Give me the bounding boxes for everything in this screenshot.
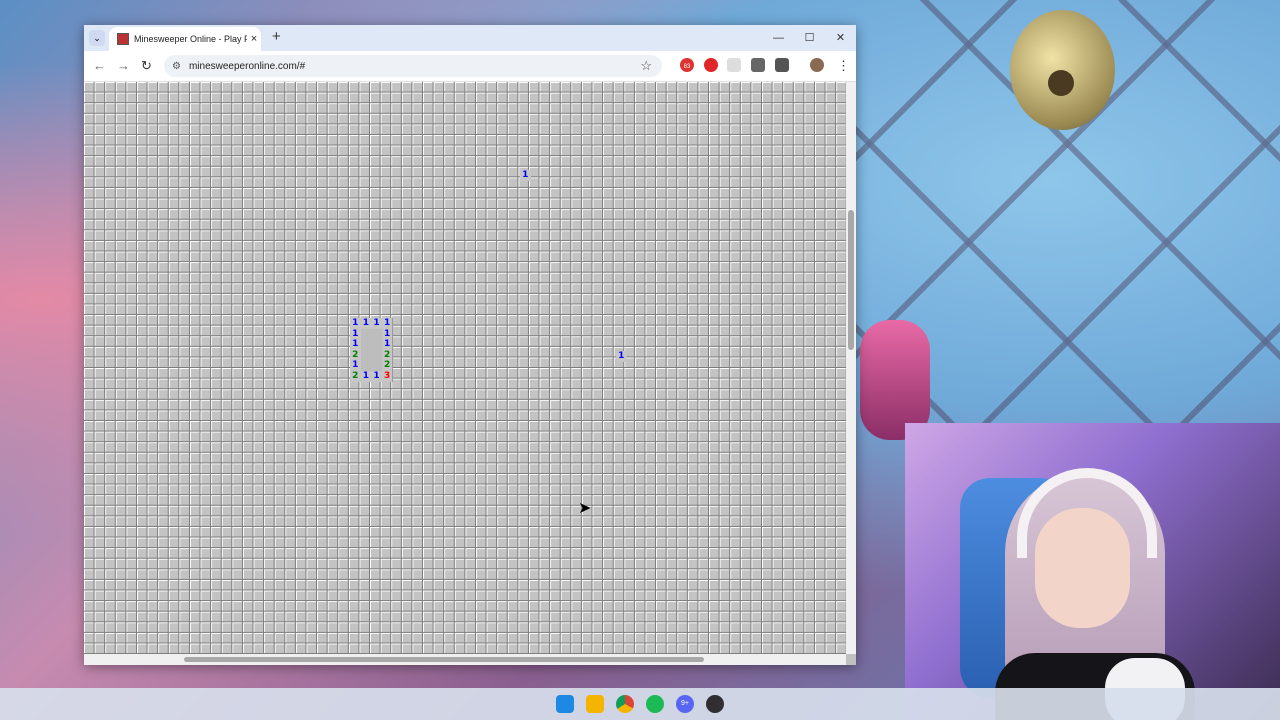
- file-explorer-icon[interactable]: [586, 695, 604, 713]
- windows-start-icon[interactable]: [556, 695, 574, 713]
- cell-number: 1: [362, 318, 370, 328]
- back-button[interactable]: ←: [93, 58, 106, 73]
- cell-number: 2: [352, 371, 359, 381]
- address-bar[interactable]: ⚙ minesweeperonline.com/# ☆: [164, 55, 662, 77]
- ublock-extension-icon[interactable]: [704, 58, 718, 72]
- discord-badge: 9+: [681, 700, 689, 707]
- close-window-button[interactable]: ✕: [825, 25, 856, 51]
- board-cell[interactable]: 3: [381, 371, 393, 382]
- extension-eye-icon[interactable]: [751, 58, 765, 72]
- bookmark-star-icon[interactable]: ☆: [640, 58, 652, 74]
- cell-number: 1: [373, 371, 380, 381]
- cell-number: 1: [618, 351, 625, 361]
- vertical-scrollbar[interactable]: [846, 82, 856, 654]
- tab-search-button[interactable]: ⌄: [89, 30, 105, 46]
- taskbar: 9+: [0, 688, 1280, 720]
- extension-badge-count: 83: [683, 64, 691, 70]
- cell-number: 1: [352, 318, 359, 328]
- cell-number: 1: [352, 328, 359, 339]
- board-cell[interactable]: 1: [381, 339, 393, 350]
- cell-number: 1: [383, 318, 391, 328]
- cell-number: 1: [362, 371, 370, 381]
- minimize-button[interactable]: —: [763, 25, 794, 51]
- webcam-overlay: [905, 423, 1280, 720]
- board-cell[interactable]: 1: [360, 371, 372, 382]
- browser-menu-button[interactable]: ⋮: [837, 58, 850, 74]
- maximize-button[interactable]: ☐: [794, 25, 825, 51]
- extension-icon[interactable]: [727, 58, 741, 72]
- board-cell[interactable]: 1: [350, 339, 361, 350]
- reload-button[interactable]: ↻: [141, 58, 152, 74]
- board-cell[interactable]: 2: [350, 349, 361, 361]
- board-cell[interactable]: 2: [350, 371, 361, 382]
- chrome-icon[interactable]: [616, 695, 634, 713]
- tab-minesweeper[interactable]: Minesweeper Online - Play Free Online Mi…: [109, 27, 261, 51]
- extensions-puzzle-icon[interactable]: [775, 58, 789, 72]
- spotify-icon[interactable]: [646, 695, 664, 713]
- board-cell[interactable]: 1: [350, 360, 361, 371]
- cell-number: 2: [352, 349, 359, 360]
- forward-button[interactable]: →: [117, 58, 130, 73]
- browser-window: ⌄ Minesweeper Online - Play Free Online …: [84, 25, 856, 665]
- board-cell[interactable]: 1: [616, 351, 627, 362]
- cell-number: 3: [383, 371, 391, 381]
- board-cell[interactable]: 1: [520, 170, 531, 181]
- board-cell[interactable]: 1: [350, 318, 361, 329]
- horizontal-scrollbar[interactable]: [84, 654, 846, 665]
- obs-icon[interactable]: [706, 695, 724, 713]
- cell-number: 1: [373, 318, 380, 328]
- tab-bar: ⌄ Minesweeper Online - Play Free Online …: [84, 25, 856, 51]
- window-controls: — ☐ ✕: [763, 25, 856, 51]
- wallpaper-pink-padlock: [860, 320, 930, 440]
- board-cell[interactable]: 1: [350, 328, 361, 340]
- extension-badge-icon[interactable]: 83: [680, 58, 694, 72]
- new-tab-button[interactable]: +: [272, 28, 281, 45]
- board-cell[interactable]: 1: [381, 318, 393, 329]
- browser-toolbar: ← → ↻ ⚙ minesweeperonline.com/# ☆ 83 ⋮: [84, 51, 856, 82]
- profile-avatar[interactable]: [810, 58, 824, 72]
- cell-number: 1: [383, 328, 391, 339]
- board-cell[interactable]: 1: [360, 318, 372, 329]
- wallpaper-padlock: [1010, 10, 1115, 130]
- mouse-cursor: ➤: [578, 500, 592, 517]
- url-text[interactable]: minesweeperonline.com/#: [189, 61, 640, 72]
- vertical-scroll-thumb[interactable]: [848, 210, 854, 350]
- cell-number: 2: [383, 360, 391, 371]
- board-cell[interactable]: 1: [371, 371, 382, 382]
- cell-number: 1: [383, 339, 391, 350]
- cell-number: 1: [352, 339, 359, 350]
- minesweeper-favicon-icon: [117, 33, 129, 45]
- board-cell[interactable]: 2: [381, 349, 393, 361]
- horizontal-scroll-thumb[interactable]: [184, 657, 704, 662]
- tab-close-icon[interactable]: ×: [247, 33, 261, 45]
- site-info-icon[interactable]: ⚙: [172, 61, 181, 72]
- cell-number: 1: [522, 170, 529, 180]
- board-cell[interactable]: 1: [371, 318, 382, 329]
- cell-number: 1: [352, 360, 359, 371]
- page-viewport: 1111111122122113 1 1: [84, 82, 856, 665]
- board-cell[interactable]: 1: [381, 328, 393, 340]
- discord-icon[interactable]: 9+: [676, 695, 694, 713]
- minesweeper-board[interactable]: 1111111122122113 1 1: [84, 82, 846, 654]
- board-cell[interactable]: 2: [381, 360, 393, 371]
- cell-number: 2: [383, 349, 391, 360]
- tab-title: Minesweeper Online - Play Free Online Mi…: [134, 34, 247, 44]
